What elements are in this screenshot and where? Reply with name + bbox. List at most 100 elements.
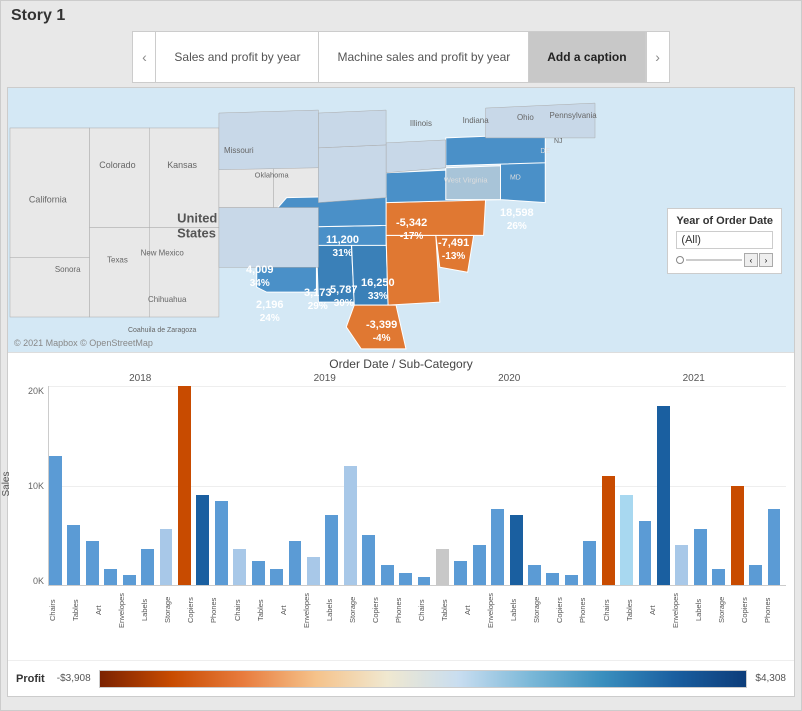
bar-6[interactable] [160,529,173,585]
bar-14[interactable] [307,557,320,585]
bar-26[interactable] [528,565,541,585]
bar-7[interactable] [178,386,191,585]
profit-max: $4,308 [755,673,786,684]
profit-section: Profit -$3,908 $4,308 [8,660,794,696]
bar-24[interactable] [491,509,504,585]
y-tick-20k: 20K [28,386,44,396]
filter-value[interactable]: (All) [676,231,773,249]
bar-16[interactable] [344,466,357,585]
data-ne: 18,598 26% [500,206,534,233]
bar-4[interactable] [123,575,136,585]
bar-15[interactable] [325,515,338,585]
svg-text:United: United [177,210,217,225]
bar-20[interactable] [418,577,431,585]
svg-text:Missouri: Missouri [224,146,254,155]
x-label-0: Chairs [48,586,71,634]
svg-text:States: States [177,225,216,240]
x-label-5: Storage [163,586,186,634]
year-labels: 2018 2019 2020 2021 [48,373,786,384]
bar-12[interactable] [270,569,283,585]
x-label-29: Storage [717,586,740,634]
x-label-2: Art [94,586,117,634]
bar-22[interactable] [454,561,467,585]
svg-text:Pennsylvania: Pennsylvania [550,111,598,120]
x-label-3: Envelopes [117,586,140,634]
bar-29[interactable] [583,541,596,585]
svg-text:NJ: NJ [554,138,563,145]
bar-3[interactable] [104,569,117,585]
story-title: Story 1 [11,7,65,24]
bar-35[interactable] [694,529,707,585]
tab-add-caption[interactable]: Add a caption [529,31,645,83]
bar-5[interactable] [141,549,154,585]
bar-10[interactable] [233,549,246,585]
bar-31[interactable] [620,495,633,585]
bar-11[interactable] [252,561,265,585]
x-label-6: Copiers [186,586,209,634]
y-tick-10k: 10K [28,481,44,491]
bar-39[interactable] [768,509,781,585]
svg-text:Illinois: Illinois [410,119,432,128]
data-sc1: 3,173 29% [304,286,332,313]
bar-21[interactable] [436,549,449,585]
bar-2[interactable] [86,541,99,585]
slider-prev[interactable]: ‹ [744,253,758,267]
main-container: Story 1 ‹ Sales and profit by year Machi… [0,0,802,711]
bar-38[interactable] [749,565,762,585]
prev-arrow[interactable]: ‹ [132,31,156,83]
profit-label: Profit [16,673,45,685]
filter-title: Year of Order Date [676,215,773,227]
bar-23[interactable] [473,545,486,585]
bar-27[interactable] [546,573,559,585]
x-label-27: Envelopes [671,586,694,634]
bar-25[interactable] [510,515,523,585]
svg-text:Kansas: Kansas [167,160,197,170]
svg-text:Colorado: Colorado [99,160,135,170]
tab-machine-sales[interactable]: Machine sales and profit by year [319,31,529,83]
chart-title: Order Date / Sub-Category [16,357,786,371]
data-nw: 4,009 34% [246,263,274,290]
bar-17[interactable] [362,535,375,585]
x-label-1: Tables [71,586,94,634]
svg-text:Coahuila de Zaragoza: Coahuila de Zaragoza [128,327,197,334]
x-label-31: Phones [763,586,786,634]
bar-33[interactable] [657,406,670,585]
slider-arrows: ‹ › [744,253,773,267]
data-sc3: 16,250 33% [361,276,395,303]
bar-8[interactable] [196,495,209,585]
x-label-15: Phones [394,586,417,634]
svg-text:MD: MD [510,175,521,182]
bar-18[interactable] [381,565,394,585]
chart-section: Order Date / Sub-Category 2018 2019 2020… [8,353,794,660]
bar-37[interactable] [731,486,744,586]
svg-text:Indiana: Indiana [463,116,490,125]
data-fl: -3,399 -4% [366,318,397,345]
bar-32[interactable] [639,521,652,585]
bar-1[interactable] [67,525,80,585]
tab-sales-profit[interactable]: Sales and profit by year [156,31,319,83]
map-copyright: © 2021 Mapbox © OpenStreetMap [14,338,153,348]
x-label-12: Labels [325,586,348,634]
bar-28[interactable] [565,575,578,585]
svg-text:California: California [29,195,67,205]
bar-19[interactable] [399,573,412,585]
svg-text:Sonora: Sonora [55,265,81,274]
year-2020: 2020 [417,373,602,384]
svg-text:Ohio: Ohio [517,113,534,122]
x-label-22: Copiers [555,586,578,634]
bar-9[interactable] [215,501,228,585]
bar-34[interactable] [675,545,688,585]
data-sc2: 5,787 30% [330,283,358,310]
svg-text:DE: DE [540,148,550,155]
bar-0[interactable] [49,456,62,585]
slider-next[interactable]: › [759,253,773,267]
bar-36[interactable] [712,569,725,585]
x-label-9: Tables [256,586,279,634]
x-label-7: Phones [209,586,232,634]
bar-30[interactable] [602,476,615,585]
next-arrow[interactable]: › [646,31,670,83]
slider-dot[interactable] [676,256,684,264]
bar-13[interactable] [289,541,302,585]
x-label-4: Labels [140,586,163,634]
x-label-17: Tables [440,586,463,634]
